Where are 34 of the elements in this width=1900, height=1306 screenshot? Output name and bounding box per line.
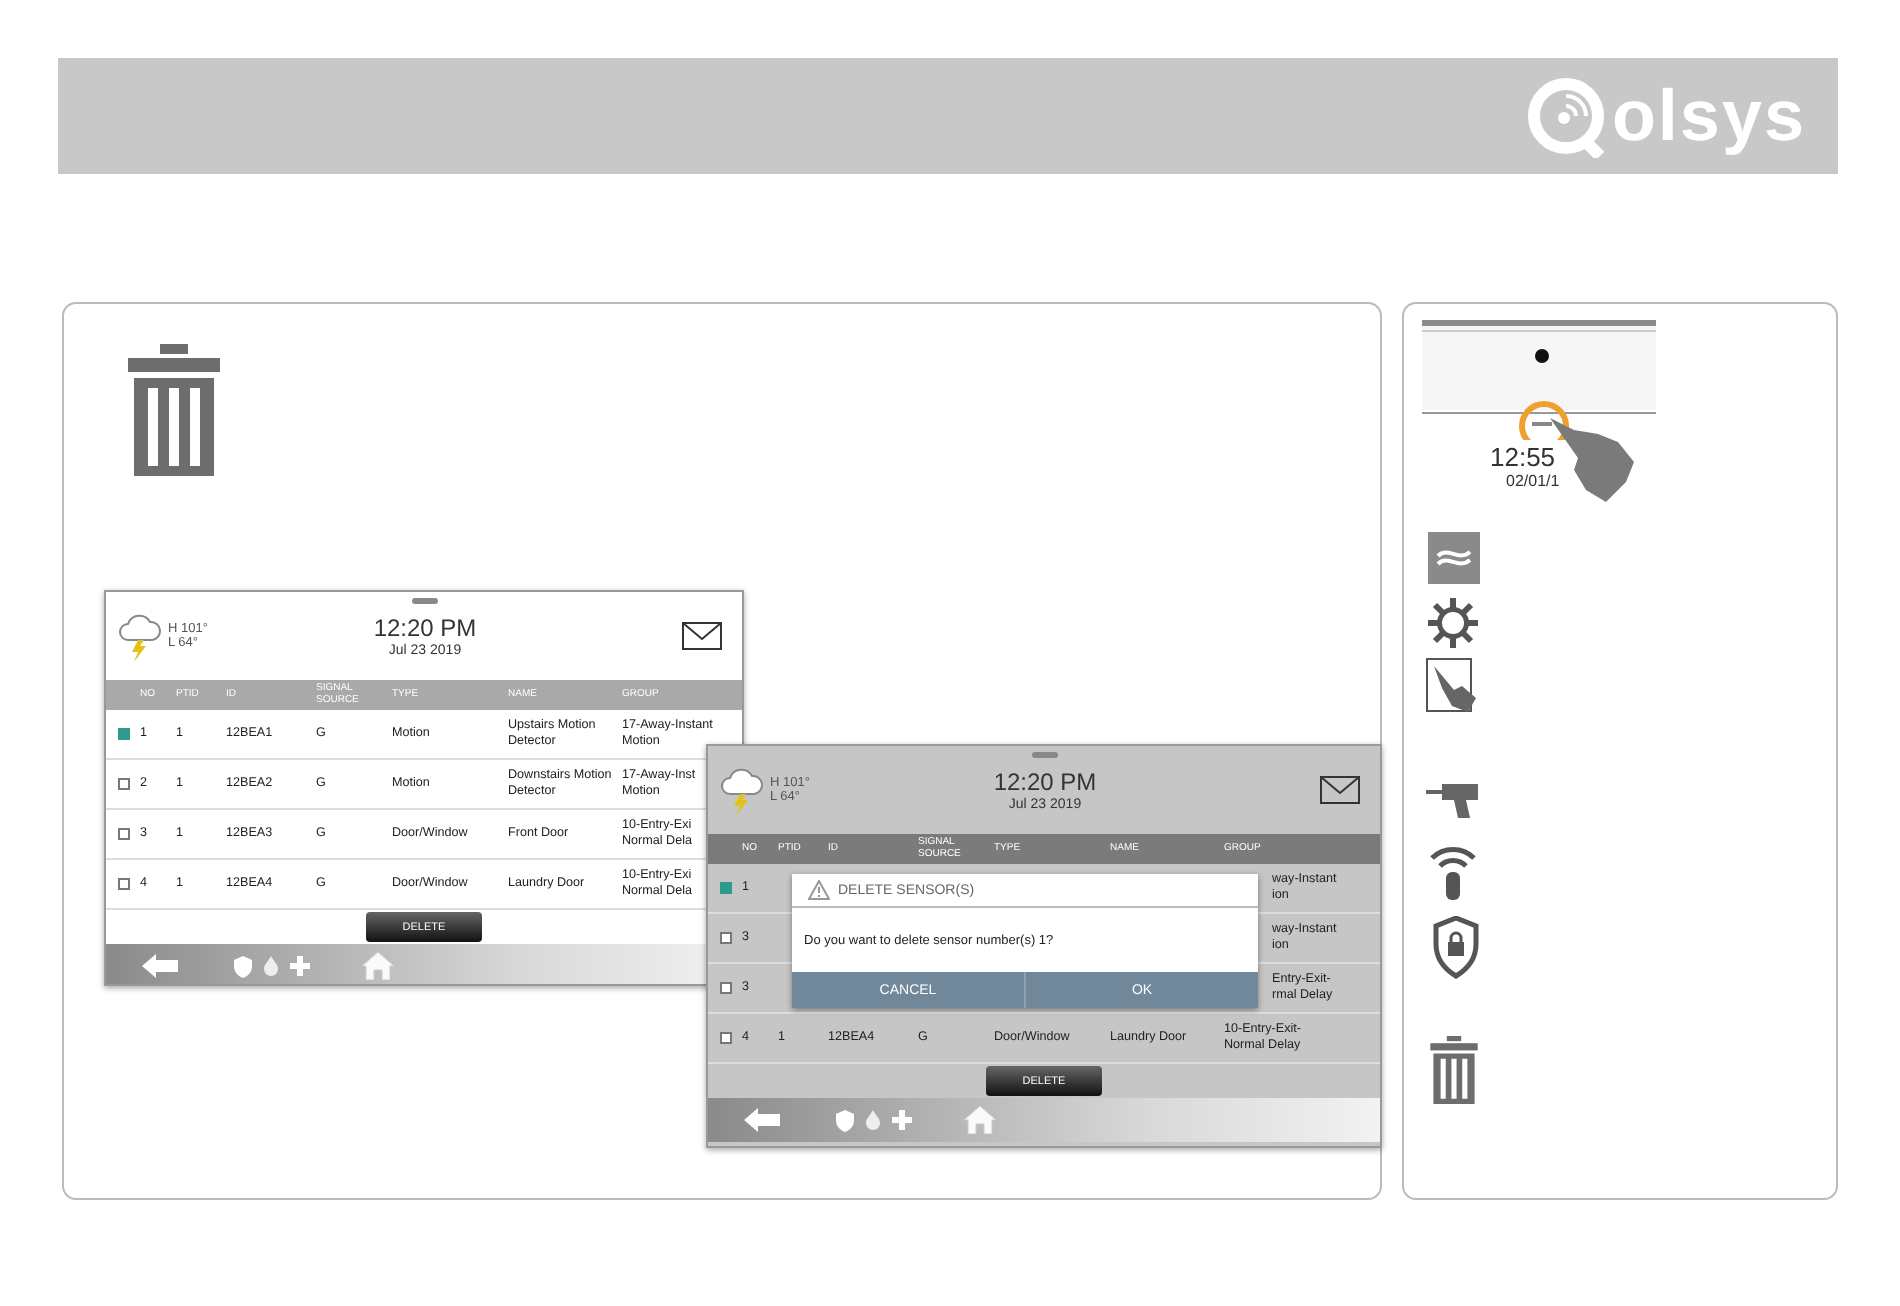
row-checkbox[interactable] — [118, 878, 130, 890]
clock-time: 12:20 PM — [993, 768, 1097, 796]
clock-time: 12:20 PM — [373, 614, 477, 642]
shield-lock-icon — [1432, 916, 1480, 980]
settings-icon — [1426, 596, 1480, 650]
back-arrow-icon[interactable] — [142, 954, 178, 978]
mail-icon[interactable] — [1320, 776, 1360, 804]
trash-icon — [128, 344, 220, 476]
row-checkbox[interactable] — [118, 778, 130, 790]
card-icon — [1428, 532, 1480, 584]
storm-cloud-icon — [118, 610, 162, 662]
storm-cloud-icon — [720, 764, 764, 816]
lock-screen-time: 12:55 — [1490, 444, 1556, 470]
row-checkbox[interactable] — [720, 882, 732, 894]
row-checkbox[interactable] — [118, 828, 130, 840]
home-icon[interactable] — [362, 952, 394, 980]
row-checkbox[interactable] — [720, 1032, 732, 1044]
mail-icon[interactable] — [682, 622, 722, 650]
lock-screen-date: 02/01/1 — [1506, 472, 1560, 490]
back-arrow-icon[interactable] — [744, 1108, 780, 1132]
shield-icon[interactable] — [234, 955, 252, 977]
warning-icon — [808, 880, 830, 900]
plus-icon[interactable] — [892, 1110, 912, 1130]
logo-mark-icon — [1523, 74, 1608, 158]
trash-icon — [1430, 1036, 1478, 1104]
shield-icon[interactable] — [836, 1109, 854, 1131]
row-checkbox[interactable] — [118, 728, 130, 740]
drag-handle[interactable] — [1032, 752, 1058, 758]
home-icon[interactable] — [964, 1106, 996, 1134]
row-checkbox[interactable] — [720, 932, 732, 944]
drill-icon — [1426, 780, 1482, 818]
row-checkbox[interactable] — [720, 982, 732, 994]
drag-handle[interactable] — [412, 598, 438, 604]
plus-icon[interactable] — [290, 956, 310, 976]
